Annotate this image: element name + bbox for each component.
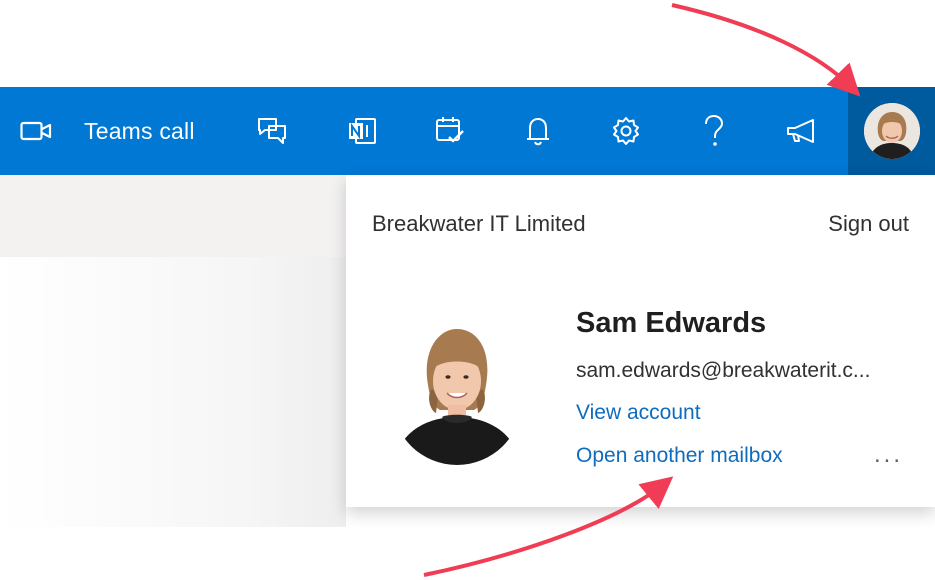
help-question-icon[interactable] [700,87,728,175]
sign-out-link[interactable]: Sign out [828,211,909,237]
avatar-large [392,315,522,465]
account-menu: Breakwater IT Limited Sign out Sam Edwar… [346,175,935,507]
content-header-band [0,175,346,257]
teams-call-button[interactable]: Teams call [84,87,195,175]
megaphone-icon[interactable] [784,87,820,175]
user-display-name: Sam Edwards [576,307,767,339]
more-options-button[interactable]: ... [874,441,903,469]
user-email: sam.edwards@breakwaterit.c... [576,359,871,382]
calendar-check-icon[interactable] [432,87,468,175]
content-area [0,257,346,527]
bell-icon[interactable] [522,87,554,175]
organization-name: Breakwater IT Limited [372,211,586,236]
arrow-to-avatar [671,3,861,97]
account-manager-button[interactable] [848,87,935,175]
open-another-mailbox-link[interactable]: Open another mailbox [576,444,783,468]
onenote-icon[interactable] [344,87,380,175]
view-account-link[interactable]: View account [576,401,701,425]
avatar [863,103,920,159]
gear-icon[interactable] [608,87,644,175]
chat-feedback-icon[interactable] [254,87,290,175]
video-camera-icon[interactable] [18,87,54,175]
top-app-bar: Teams call [0,87,935,175]
